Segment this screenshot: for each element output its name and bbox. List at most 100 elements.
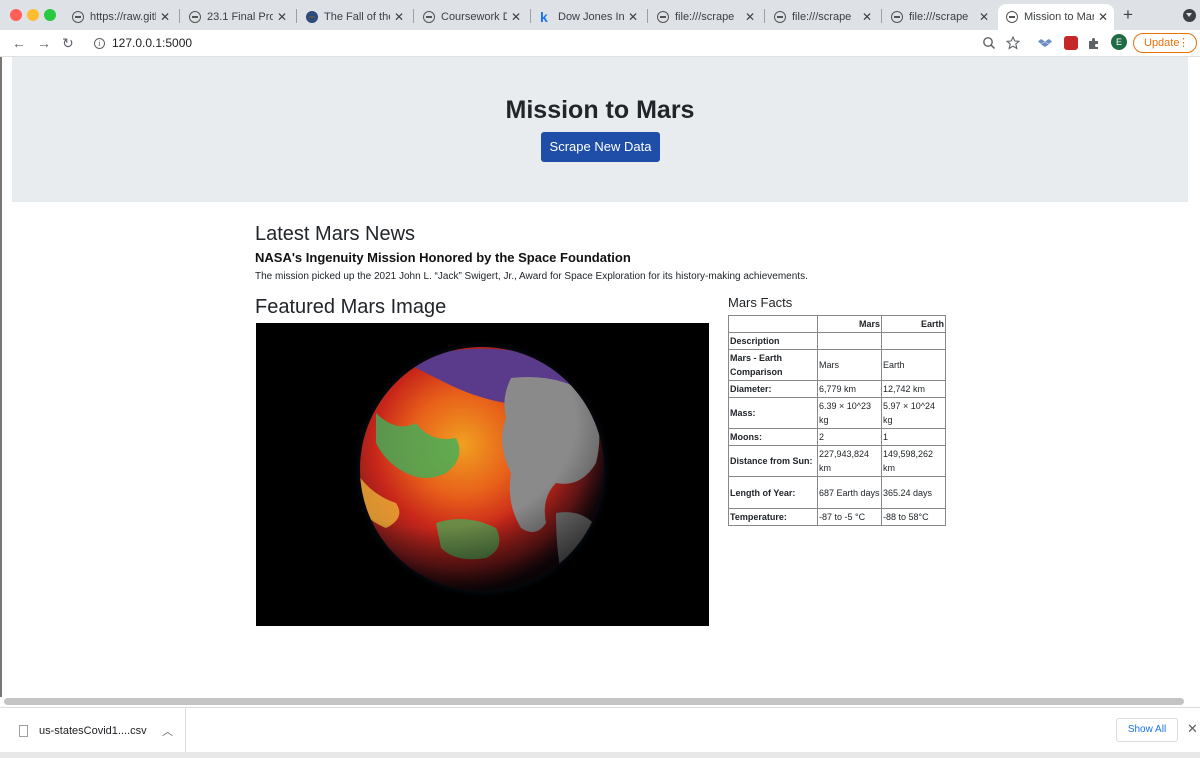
tab-coursework[interactable]: Coursework De ✕: [415, 4, 527, 30]
extensions-puzzle-icon[interactable]: [1087, 36, 1101, 50]
download-file-name[interactable]: us-statesCovid1....csv: [39, 725, 147, 737]
table-cell: 6.39 × 10^23 kg: [817, 397, 882, 429]
table-cell: 6,779 km: [817, 380, 882, 398]
close-icon[interactable]: ✕: [511, 10, 521, 24]
info-icon[interactable]: i: [94, 37, 105, 49]
tab-label: https://raw.gith: [90, 11, 156, 23]
table-header-cell: Mars: [817, 315, 882, 333]
table-row: Description: [728, 332, 946, 350]
more-menu-icon[interactable]: ⋮: [1178, 34, 1189, 52]
table-cell: 365.24 days: [881, 476, 946, 509]
close-icon[interactable]: ✕: [745, 10, 755, 24]
download-shelf: us-statesCovid1....csv ︿ Show All ✕: [0, 707, 1200, 752]
reload-icon[interactable]: ↻: [62, 34, 74, 52]
table-row: Temperature: -87 to -5 °C -88 to 58°C: [728, 508, 946, 526]
close-icon[interactable]: ✕: [979, 10, 989, 24]
close-icon[interactable]: ✕: [160, 10, 170, 24]
zoom-icon[interactable]: [982, 36, 996, 50]
update-label: Update: [1144, 37, 1180, 49]
table-header-cell: Earth: [881, 315, 946, 333]
globe-icon: [423, 11, 435, 23]
table-row: Length of Year: 687 Earth days 365.24 da…: [728, 476, 946, 509]
close-icon[interactable]: ✕: [862, 10, 872, 24]
table-row: Mass: 6.39 × 10^23 kg 5.97 × 10^24 kg: [728, 397, 946, 429]
table-cell: 5.97 × 10^24 kg: [881, 397, 946, 429]
maximize-window-button[interactable]: [44, 9, 56, 21]
tab-label: file:///scrape: [675, 11, 735, 23]
tab-strip: https://raw.gith ✕ 23.1 Final Proje ✕ Th…: [0, 0, 1200, 30]
table-cell: -88 to 58°C: [881, 508, 946, 526]
featured-mars-image: [256, 323, 709, 626]
close-icon[interactable]: ✕: [277, 10, 287, 24]
profile-avatar[interactable]: E: [1111, 34, 1127, 50]
tab-file-scrape-2[interactable]: file:///scrape ✕: [766, 4, 878, 30]
featured-image-heading: Featured Mars Image: [255, 296, 447, 318]
table-cell: 227,943,824 km: [817, 445, 882, 477]
table-cell: 149,598,262 km: [881, 445, 946, 477]
tab-label: Mission to Mar: [1024, 11, 1094, 23]
tab-label: file:///scrape: [792, 11, 852, 23]
table-row: Diameter: 6,779 km 12,742 km: [728, 380, 946, 398]
page-content: Mission to Mars Scrape New Data Latest M…: [0, 57, 1200, 697]
new-tab-button[interactable]: +: [1123, 5, 1133, 25]
minimize-window-button[interactable]: [27, 9, 39, 21]
globe-icon: [891, 11, 903, 23]
star-bookmark-icon[interactable]: [1006, 36, 1020, 50]
table-row-label: Mars - Earth Comparison: [728, 349, 818, 381]
tab-search-button[interactable]: [1183, 9, 1196, 22]
table-row: Distance from Sun: 227,943,824 km 149,59…: [728, 445, 946, 477]
news-heading: Latest Mars News: [255, 223, 416, 245]
close-window-button[interactable]: [10, 9, 22, 21]
tab-label: 23.1 Final Proje: [207, 11, 273, 23]
table-row-label: Moons:: [728, 428, 818, 446]
close-icon[interactable]: ✕: [394, 10, 404, 24]
dock-strip: [0, 752, 1200, 758]
close-icon[interactable]: ✕: [1098, 10, 1108, 24]
k-logo-icon: k: [540, 9, 548, 25]
globe-icon: [657, 11, 669, 23]
tab-label: Dow Jones Ind: [558, 11, 624, 23]
close-icon[interactable]: ✕: [628, 10, 638, 24]
table-cell: Mars: [817, 349, 882, 381]
table-row-label: Length of Year:: [728, 476, 818, 509]
dropbox-icon[interactable]: [1038, 36, 1052, 50]
tab-mission-to-mars[interactable]: Mission to Mar ✕: [998, 4, 1114, 30]
table-cell: Earth: [881, 349, 946, 381]
table-cell: [881, 332, 946, 350]
tab-file-scrape-3[interactable]: file:///scrape ✕: [883, 4, 995, 30]
facts-heading: Mars Facts: [728, 295, 793, 310]
url-text[interactable]: 127.0.0.1:5000: [112, 36, 192, 50]
horizontal-scrollbar[interactable]: [4, 698, 1184, 705]
tab-fall-of-the[interactable]: The Fall of the ✕: [298, 4, 410, 30]
table-row-label: Diameter:: [728, 380, 818, 398]
tab-raw-github[interactable]: https://raw.gith ✕: [64, 4, 176, 30]
forward-arrow-icon[interactable]: →: [37, 34, 51, 52]
ublock-icon[interactable]: [1064, 36, 1078, 50]
file-icon: [19, 725, 28, 737]
tab-label: file:///scrape: [909, 11, 969, 23]
table-cell: -87 to -5 °C: [817, 508, 882, 526]
mars-facts-table: Mars Earth Description Mars - Earth Comp…: [728, 315, 946, 526]
table-row-label: Description: [728, 332, 818, 350]
globe-icon: [774, 11, 786, 23]
table-row-label: Temperature:: [728, 508, 818, 526]
globe-image: [352, 339, 612, 599]
tab-dow-jones[interactable]: k Dow Jones Ind ✕: [532, 4, 644, 30]
address-bar[interactable]: i 127.0.0.1:5000: [88, 32, 1128, 54]
table-cell: 12,742 km: [881, 380, 946, 398]
table-row-label: Distance from Sun:: [728, 445, 818, 477]
site-logo-icon: [306, 11, 318, 23]
chevron-up-icon[interactable]: ︿: [162, 723, 173, 739]
table-cell: [817, 332, 882, 350]
globe-icon: [72, 11, 84, 23]
table-header-row: Mars Earth: [728, 315, 946, 333]
update-button[interactable]: Update ⋮: [1133, 33, 1197, 53]
scrape-button[interactable]: Scrape New Data: [541, 132, 660, 162]
tab-file-scrape-1[interactable]: file:///scrape ✕: [649, 4, 761, 30]
back-arrow-icon[interactable]: ←: [12, 34, 26, 52]
tab-final-project[interactable]: 23.1 Final Proje ✕: [181, 4, 293, 30]
close-icon[interactable]: ✕: [1187, 721, 1198, 737]
news-paragraph: The mission picked up the 2021 John L. “…: [255, 271, 808, 282]
show-all-button[interactable]: Show All: [1116, 718, 1178, 742]
table-row: Mars - Earth Comparison Mars Earth: [728, 349, 946, 381]
